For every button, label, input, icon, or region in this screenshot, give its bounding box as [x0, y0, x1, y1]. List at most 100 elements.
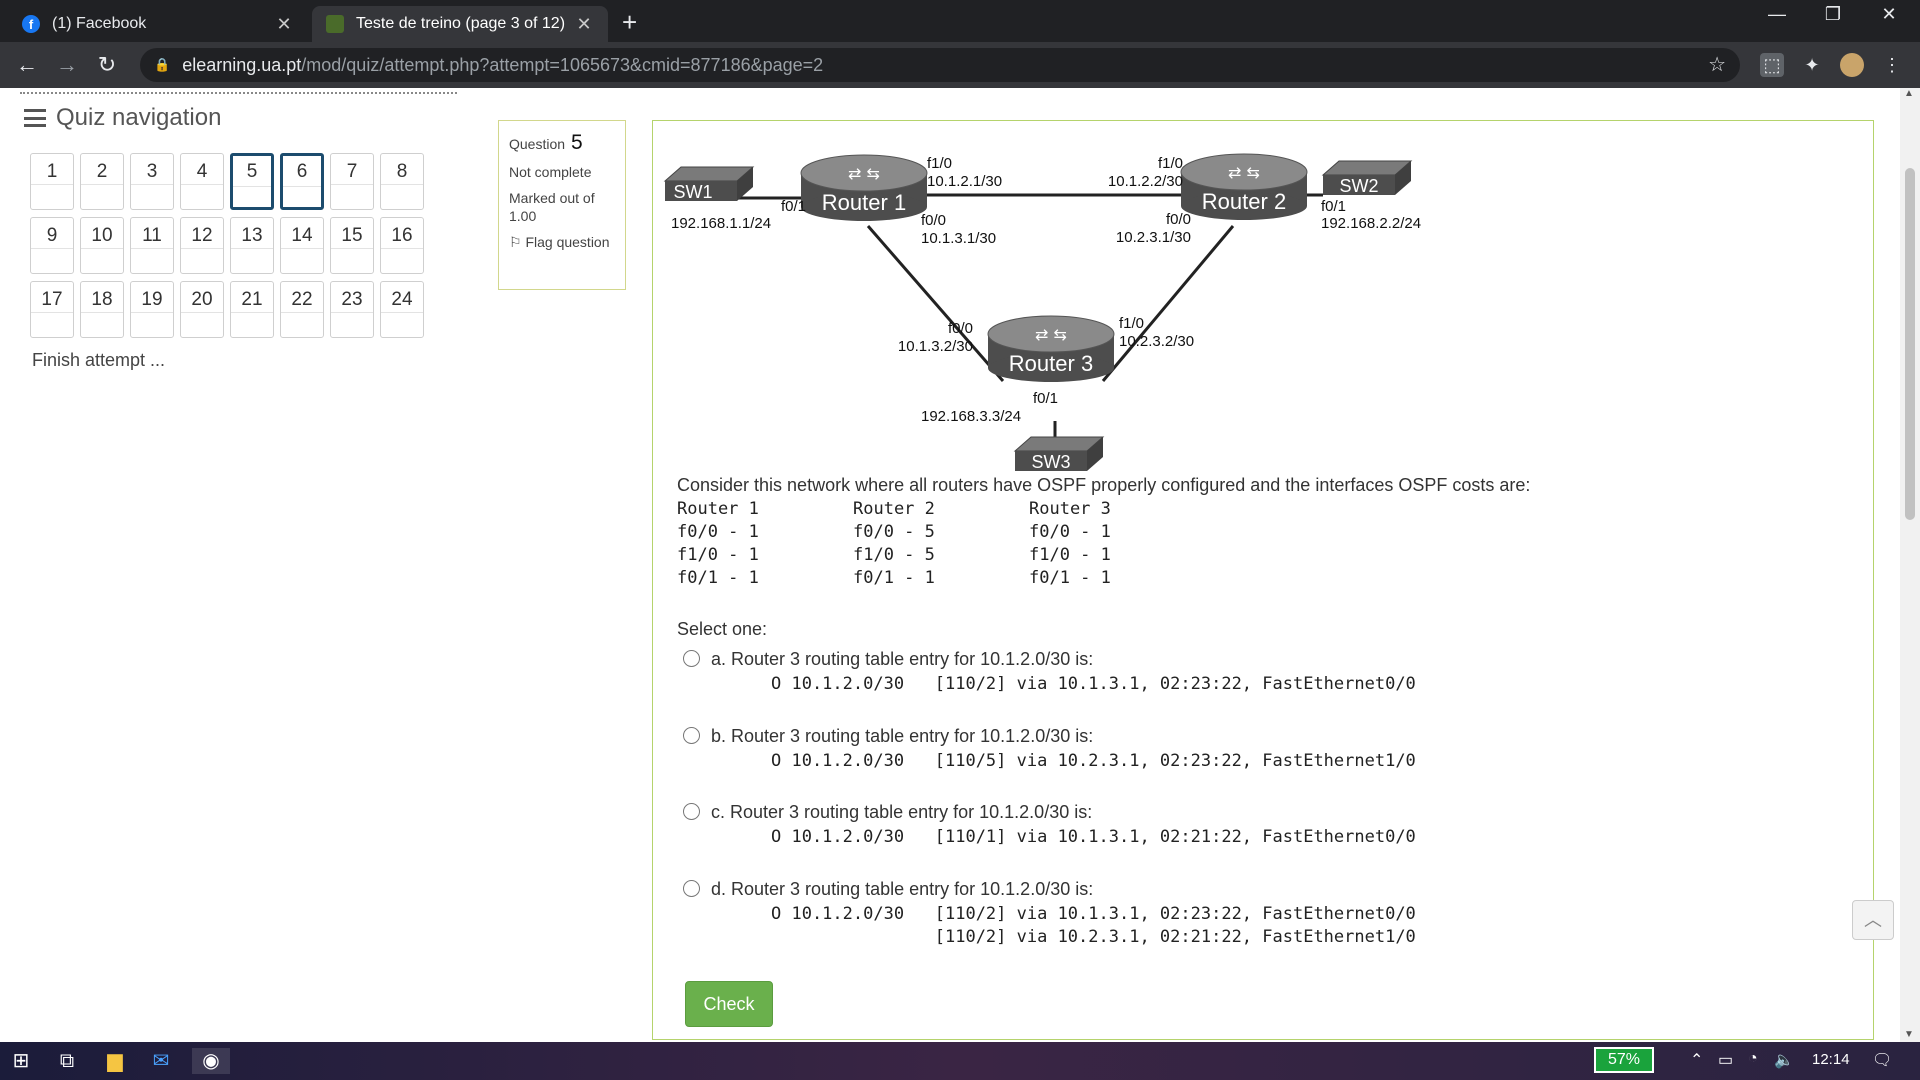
quiz-question-button[interactable]: 22 — [280, 281, 324, 338]
check-button[interactable]: Check — [685, 981, 773, 1027]
router-2: ⇄ ⇆ Router 2 — [1180, 153, 1308, 220]
wifi-icon[interactable]: ◔ — [1748, 1050, 1758, 1068]
extensions-puzzle-icon[interactable]: ✦ — [1800, 53, 1824, 77]
task-view-icon[interactable]: ⧉ — [54, 1048, 80, 1074]
new-tab-button[interactable]: + — [622, 7, 637, 38]
vertical-scrollbar[interactable]: ▲ ▼ — [1900, 88, 1920, 1042]
quiz-question-button[interactable]: 16 — [380, 217, 424, 274]
finish-attempt-link[interactable]: Finish attempt ... — [32, 350, 165, 371]
costs-cell: f1/0 - 1 — [677, 545, 759, 565]
ospf-costs-table: Router 1 Router 2 Router 3 f0/0 - 1 f0/0 - 5… — [677, 498, 1205, 590]
quiz-navigation-header[interactable]: Quiz navigation — [24, 104, 221, 132]
address-bar[interactable]: 🔒 elearning.ua.pt/mod/quiz/attempt.php?a… — [140, 48, 1740, 82]
option-d-label[interactable]: d. Router 3 routing table entry for 10.1… — [711, 879, 1093, 900]
quiz-question-button[interactable]: 20 — [180, 281, 224, 338]
quiz-question-button[interactable]: 3 — [130, 153, 174, 210]
close-window-button[interactable]: ✕ — [1866, 4, 1912, 25]
hamburger-icon[interactable] — [24, 109, 46, 127]
quiz-question-button[interactable]: 14 — [280, 217, 324, 274]
scroll-up-arrow-icon[interactable]: ▲ — [1904, 88, 1914, 99]
link-r2-r3 — [1101, 225, 1235, 382]
switch-sw3: SW3 — [1013, 436, 1105, 472]
option-c-route: O 10.1.2.0/30 [110/1] via 10.1.3.1, 02:2… — [771, 827, 1416, 847]
link-r1-r3 — [866, 225, 1005, 382]
quiz-question-button[interactable]: 19 — [130, 281, 174, 338]
quiz-question-button[interactable]: 13 — [230, 217, 274, 274]
scrollbar-thumb[interactable] — [1905, 168, 1915, 520]
quiz-question-button[interactable]: 24 — [380, 281, 424, 338]
radio-b[interactable] — [683, 727, 700, 744]
quiz-question-button[interactable]: 17 — [30, 281, 74, 338]
question-info: Question 5 Not complete Marked out of 1.… — [498, 120, 626, 290]
flag-question-label: Flag question — [525, 234, 610, 250]
flag-question[interactable]: ⚐ Flag question — [509, 233, 615, 251]
close-tab-icon[interactable]: ✕ — [274, 14, 294, 35]
forward-icon[interactable]: → — [52, 52, 82, 78]
label-r3-f1-0-ip: 10.2.3.2/30 — [1119, 333, 1194, 350]
quiz-question-button[interactable]: 7 — [330, 153, 374, 210]
quiz-question-button[interactable]: 1 — [30, 153, 74, 210]
radio-c[interactable] — [683, 803, 700, 820]
costs-cell: f1/0 - 1 — [1029, 545, 1111, 565]
option-c-label[interactable]: c. Router 3 routing table entry for 10.1… — [711, 802, 1092, 823]
reload-icon[interactable]: ↻ — [92, 52, 122, 78]
label-r3-f0-1: f0/1 — [1033, 390, 1058, 407]
close-tab-icon[interactable]: ✕ — [574, 14, 594, 35]
quiz-question-button[interactable]: 5 — [230, 153, 274, 210]
tab-quiz[interactable]: Teste de treino (page 3 of 12) ✕ — [312, 6, 608, 42]
back-icon[interactable]: ← — [12, 52, 42, 78]
question-number: Question 5 — [509, 131, 615, 155]
label-r1-f0-0: f0/0 — [921, 212, 946, 229]
extension-pdf-icon[interactable]: ⬚ — [1760, 53, 1784, 77]
option-b-label[interactable]: b. Router 3 routing table entry for 10.1… — [711, 726, 1093, 747]
label-r1-f0-1: f0/1 — [781, 198, 806, 215]
quiz-question-button[interactable]: 11 — [130, 217, 174, 274]
label-r2-f0-0-ip: 10.2.3.1/30 — [1116, 229, 1191, 246]
option-a-label[interactable]: a. Router 3 routing table entry for 10.1… — [711, 649, 1093, 670]
sw2-label: SW2 — [1339, 176, 1378, 196]
quiz-question-button[interactable]: 10 — [80, 217, 124, 274]
quiz-question-button[interactable]: 15 — [330, 217, 374, 274]
chrome-taskbar-icon[interactable]: ◉ — [192, 1048, 230, 1074]
question-status: Not complete — [509, 164, 592, 180]
tab-facebook[interactable]: f (1) Facebook ✕ — [8, 6, 308, 42]
svg-text:⇄ ⇆: ⇄ ⇆ — [848, 164, 880, 183]
scroll-down-arrow-icon[interactable]: ▼ — [1904, 1029, 1914, 1040]
notifications-icon[interactable]: 🗨 — [1872, 1050, 1892, 1070]
mail-icon[interactable]: ✉ — [148, 1048, 174, 1074]
windows-taskbar: ⊞ ⧉ ▆ ✉ ◉ 57% ⌃ ▭ ◔ 🔈 12:14 🗨 — [0, 1042, 1920, 1080]
quiz-question-button[interactable]: 9 — [30, 217, 74, 274]
quiz-question-button[interactable]: 18 — [80, 281, 124, 338]
chevron-up-icon: ︿ — [1864, 910, 1882, 930]
sw1-label: SW1 — [673, 182, 712, 202]
moodle-icon — [326, 15, 344, 33]
quiz-question-button[interactable]: 4 — [180, 153, 224, 210]
radio-d[interactable] — [683, 880, 700, 897]
menu-dots-icon[interactable]: ⋮ — [1880, 53, 1904, 77]
label-r2-f0-1: f0/1 — [1321, 198, 1346, 215]
label-r3-f0-1-ip: 192.168.3.3/24 — [921, 408, 1021, 425]
tray-chevron-icon[interactable]: ⌃ — [1690, 1050, 1703, 1070]
clock-time[interactable]: 12:14 — [1812, 1051, 1850, 1068]
volume-icon[interactable]: 🔈 — [1774, 1050, 1794, 1070]
question-text: Consider this network where all routers … — [677, 475, 1531, 495]
quiz-question-button[interactable]: 8 — [380, 153, 424, 210]
battery-indicator[interactable]: 57% — [1594, 1047, 1654, 1073]
quiz-question-button[interactable]: 23 — [330, 281, 374, 338]
quiz-question-button[interactable]: 2 — [80, 153, 124, 210]
tab-title: Teste de treino (page 3 of 12) — [356, 15, 566, 32]
radio-a[interactable] — [683, 650, 700, 667]
battery-icon[interactable]: ▭ — [1718, 1050, 1733, 1070]
minimize-button[interactable]: — — [1754, 4, 1800, 25]
profile-avatar[interactable] — [1840, 53, 1864, 77]
windows-start-icon[interactable]: ⊞ — [8, 1048, 34, 1074]
quiz-question-button[interactable]: 6 — [280, 153, 324, 210]
scroll-to-top-button[interactable]: ︿ — [1852, 900, 1894, 940]
question-grid: 1 2 3 4 5 6 7 8 9 10 11 12 13 14 15 16 17 18 19 20 21 22 23 24 — [30, 153, 424, 338]
file-explorer-icon[interactable]: ▆ — [102, 1048, 128, 1074]
quiz-question-button[interactable]: 12 — [180, 217, 224, 274]
label-r1-f1-0-ip: 10.1.2.1/30 — [927, 173, 1002, 190]
restore-button[interactable]: ❐ — [1810, 4, 1856, 25]
bookmark-star-icon[interactable]: ☆ — [1708, 52, 1726, 77]
quiz-question-button[interactable]: 21 — [230, 281, 274, 338]
